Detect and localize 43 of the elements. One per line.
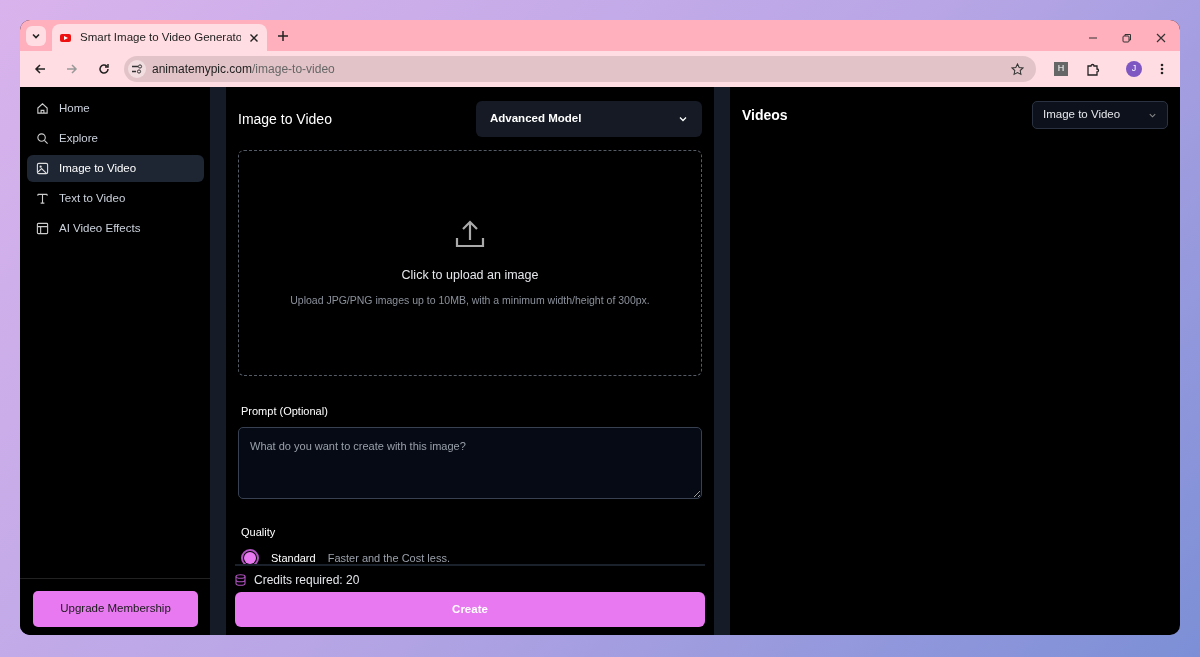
puzzle-icon[interactable] — [1086, 62, 1100, 76]
chevron-down-icon — [31, 31, 41, 41]
extension-icon[interactable]: H — [1054, 62, 1068, 76]
option-description: Faster and the Cost less. — [327, 550, 450, 566]
video-logo-icon — [60, 32, 72, 43]
database-icon — [235, 574, 246, 586]
model-select[interactable]: Advanced Model — [476, 101, 702, 137]
star-icon[interactable] — [1011, 62, 1024, 76]
image-icon — [36, 162, 49, 175]
upload-hint: Upload JPG/PNG images up to 10MB, with a minimum width/height of 300px. — [290, 292, 650, 308]
menu-icon[interactable] — [1160, 63, 1164, 75]
url-text: animatemypic.com/image-to-video — [152, 61, 335, 78]
search-icon — [36, 132, 49, 145]
layout-icon — [36, 222, 49, 235]
sidebar-item[interactable]: AI Video Effects — [27, 215, 204, 242]
sidebar-item[interactable]: Image to Video — [27, 155, 204, 182]
upload-area[interactable]: Click to upload an image Upload JPG/PNG images up to 10MB, with a minimum width/height of 300px. — [238, 150, 702, 376]
tab-list-button[interactable] — [26, 26, 46, 46]
home-icon — [36, 102, 49, 115]
restore-icon[interactable] — [1122, 33, 1132, 43]
address-bar[interactable]: animatemypic.com/image-to-video — [124, 56, 1036, 82]
prompt-field[interactable]: What do you want to create with this image? — [238, 426, 702, 499]
upload-title: Click to upload an image — [401, 266, 539, 284]
profile-avatar[interactable]: J — [1126, 61, 1142, 77]
chevron-down-icon — [678, 114, 688, 124]
text-icon — [36, 192, 49, 205]
tab-title: Smart Image to Video Generato — [80, 29, 241, 45]
video-type-select[interactable]: Image to Video — [1032, 101, 1168, 129]
credits-text: Credits required: 20 — [254, 572, 360, 589]
upgrade-button[interactable]: Upgrade Membership — [33, 591, 198, 627]
prompt-label: Prompt (Optional) — [241, 404, 329, 419]
close-icon[interactable] — [249, 32, 259, 43]
sidebar-item[interactable]: Explore — [27, 125, 204, 152]
site-settings-icon[interactable] — [128, 60, 146, 78]
new-tab-icon[interactable] — [277, 30, 289, 42]
browser-tab[interactable]: Smart Image to Video Generato — [52, 24, 267, 51]
quality-label: Quality — [241, 524, 277, 540]
sidebar-item[interactable]: Text to Video — [27, 185, 204, 212]
close-icon[interactable] — [1156, 33, 1166, 43]
option-name: Standard — [271, 550, 316, 566]
sidebar-item[interactable]: Home — [27, 95, 204, 122]
panel-title: Image to Video — [238, 109, 332, 129]
videos-title: Videos — [742, 105, 788, 125]
